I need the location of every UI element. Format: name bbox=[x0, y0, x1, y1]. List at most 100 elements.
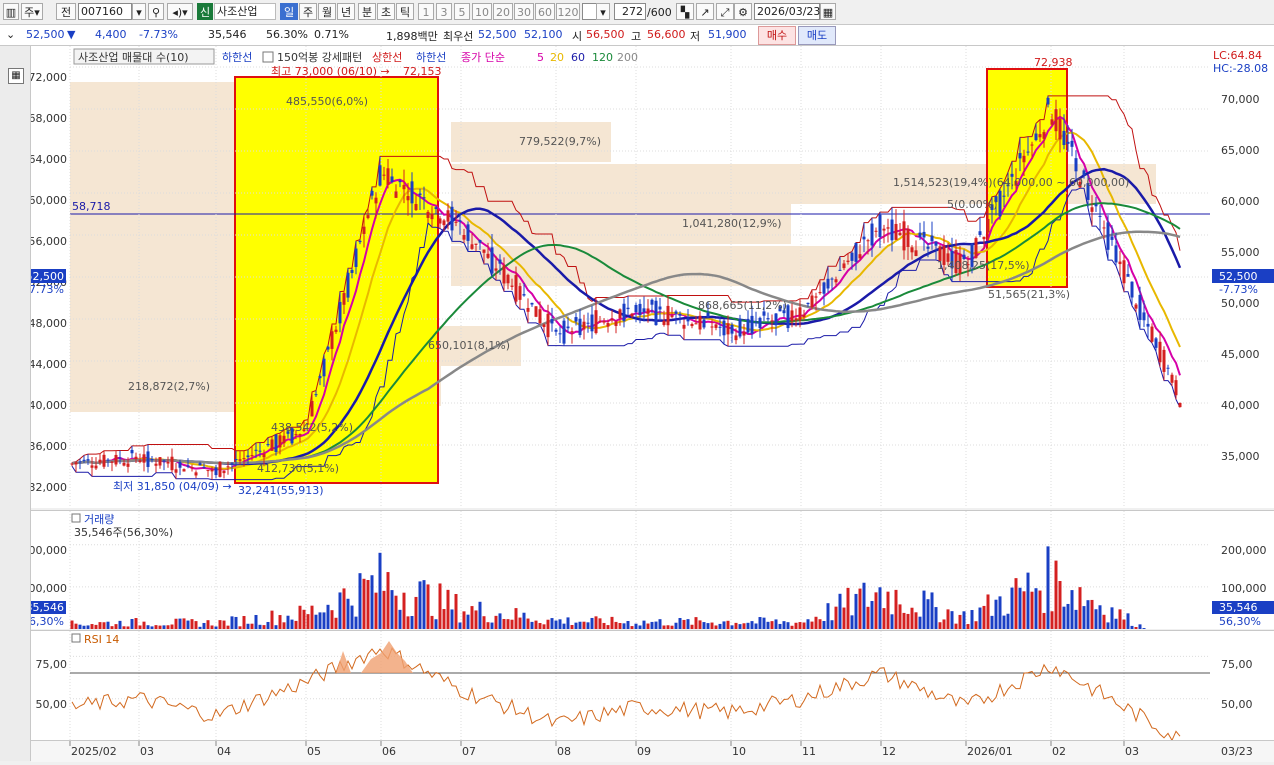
candle-body bbox=[910, 247, 914, 253]
period-minute[interactable]: 분 bbox=[358, 3, 376, 20]
candle-body bbox=[798, 307, 802, 321]
candle-body bbox=[834, 279, 838, 283]
interval-60[interactable]: 60 bbox=[535, 3, 555, 20]
vp-label: 412,730(5,1%) bbox=[257, 462, 339, 475]
legend-lower-band-2: 하한선 bbox=[416, 50, 446, 64]
candle-body bbox=[490, 247, 494, 274]
candle-body bbox=[1038, 134, 1042, 138]
candle-body bbox=[626, 307, 630, 310]
candle-body bbox=[498, 259, 502, 264]
candle-body bbox=[522, 294, 526, 296]
candle-body bbox=[714, 324, 718, 328]
candle-body bbox=[602, 321, 606, 323]
candle-body bbox=[146, 451, 150, 467]
candle-body bbox=[850, 252, 854, 261]
candle-body bbox=[1002, 195, 1006, 197]
candle-tool-icon[interactable]: ▚ bbox=[676, 3, 694, 20]
sell-button[interactable]: 매도 bbox=[798, 26, 836, 45]
candle-body bbox=[406, 196, 410, 201]
volume-bar bbox=[606, 625, 610, 629]
volume-bar bbox=[802, 622, 806, 629]
search-icon[interactable]: ⚲ bbox=[148, 3, 164, 20]
interval-10[interactable]: 10 bbox=[472, 3, 492, 20]
candle-body bbox=[90, 465, 94, 468]
volume-bar bbox=[170, 624, 174, 629]
volume-tick-right: 200,000 bbox=[1221, 544, 1267, 557]
candle-body bbox=[794, 318, 798, 321]
period-week[interactable]: 주 bbox=[299, 3, 317, 20]
candle-body bbox=[914, 250, 918, 256]
period-day[interactable]: 일 bbox=[280, 3, 298, 20]
grid-toggle-icon[interactable]: ▦ bbox=[8, 68, 24, 84]
zoom-tool-icon[interactable]: ⤢ bbox=[716, 3, 734, 20]
volume-bar bbox=[486, 622, 490, 629]
interval-1[interactable]: 1 bbox=[418, 3, 434, 20]
interval-120[interactable]: 120 bbox=[556, 3, 580, 20]
stock-code-input[interactable]: 007160 bbox=[78, 3, 132, 20]
volume-bar bbox=[358, 573, 362, 629]
volume-bar bbox=[1094, 609, 1098, 629]
volume-bar bbox=[342, 588, 346, 629]
volume-bar bbox=[138, 625, 142, 629]
volume-bar bbox=[930, 592, 934, 629]
period-year[interactable]: 년 bbox=[337, 3, 355, 20]
custom-interval-dropdown-icon[interactable]: ▾ bbox=[596, 3, 610, 20]
layout-icon[interactable]: ▥ bbox=[3, 3, 19, 20]
volume-bar bbox=[658, 619, 662, 629]
interval-30[interactable]: 30 bbox=[514, 3, 534, 20]
volume-bar bbox=[618, 623, 622, 629]
speaker-icon[interactable]: ◂)▾ bbox=[167, 3, 193, 20]
interval-20[interactable]: 20 bbox=[493, 3, 513, 20]
volume-bar bbox=[766, 621, 770, 629]
calendar-icon[interactable]: ▦ bbox=[820, 3, 836, 20]
period-month[interactable]: 월 bbox=[318, 3, 336, 20]
volume-bar bbox=[398, 609, 402, 629]
candle-body bbox=[838, 269, 842, 271]
volume-bar bbox=[82, 625, 86, 629]
candle-body bbox=[1054, 109, 1058, 132]
volume-bar bbox=[474, 610, 478, 629]
candle-body bbox=[582, 321, 586, 330]
candle-body bbox=[1062, 130, 1066, 146]
candle-body bbox=[690, 323, 694, 327]
volume-bar bbox=[810, 621, 814, 629]
market-select[interactable]: 주▾ bbox=[21, 3, 43, 20]
period-second[interactable]: 초 bbox=[377, 3, 395, 20]
volume-bar bbox=[738, 624, 742, 629]
prev-button[interactable]: 전 bbox=[56, 3, 76, 20]
candle-body bbox=[1046, 97, 1050, 105]
legend-ma-120: 120 bbox=[592, 51, 613, 64]
x-tick-label: 03 bbox=[140, 745, 154, 758]
candle-body bbox=[278, 435, 282, 448]
y-tick-left: 72,000 bbox=[31, 71, 67, 84]
buy-button[interactable]: 매수 bbox=[758, 26, 796, 45]
current-price-tag-right-pct: -7.73% bbox=[1219, 283, 1258, 296]
volume-bar bbox=[638, 625, 642, 629]
settings-gear-icon[interactable]: ⚙ bbox=[734, 3, 752, 20]
candle-body bbox=[538, 309, 542, 324]
candle-body bbox=[814, 296, 818, 298]
volume-bar bbox=[838, 593, 842, 629]
period-tick[interactable]: 틱 bbox=[396, 3, 414, 20]
draw-tool-icon[interactable]: ↗ bbox=[696, 3, 714, 20]
data-count-input[interactable]: 272 bbox=[614, 3, 646, 20]
interval-5[interactable]: 5 bbox=[454, 3, 470, 20]
volume-bar bbox=[986, 594, 990, 629]
candle-body bbox=[586, 322, 590, 324]
x-tick-label: 05 bbox=[307, 745, 321, 758]
volume-bar bbox=[974, 621, 978, 629]
low-label: 저 bbox=[690, 30, 701, 43]
volume-bar bbox=[674, 622, 678, 629]
candle-body bbox=[574, 317, 578, 322]
candle-body bbox=[634, 304, 638, 313]
y-tick-right: 45,000 bbox=[1221, 348, 1260, 361]
volume-tick-right: 100,000 bbox=[1221, 582, 1267, 595]
volume-bar bbox=[966, 624, 970, 629]
candle-body bbox=[506, 274, 510, 284]
candle-body bbox=[94, 465, 98, 469]
volume-bar bbox=[554, 620, 558, 629]
date-input[interactable]: 2026/03/23 bbox=[754, 3, 820, 20]
code-dropdown-icon[interactable]: ▾ bbox=[132, 3, 146, 20]
candle-body bbox=[390, 176, 394, 183]
interval-3[interactable]: 3 bbox=[436, 3, 452, 20]
